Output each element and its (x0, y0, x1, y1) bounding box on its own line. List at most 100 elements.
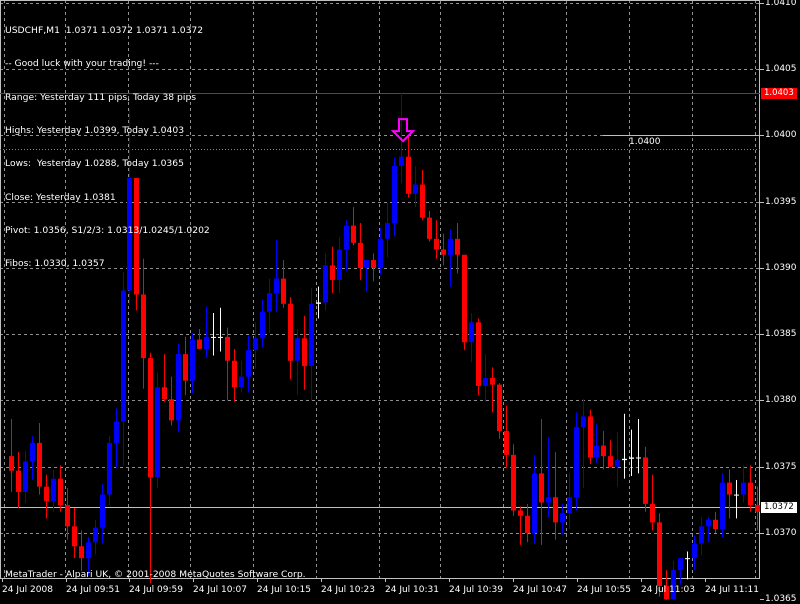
current-price-tag: 1.0372 (761, 502, 797, 513)
candle-body (344, 225, 349, 250)
candle-body (323, 265, 328, 303)
candle-body (232, 360, 237, 388)
candle-body (65, 505, 70, 527)
candle-body (246, 350, 251, 377)
candle-body (455, 238, 460, 255)
candle-body (490, 377, 495, 385)
candle-body (636, 457, 641, 459)
y-tick-label: 1.0395 (765, 196, 797, 207)
candle-body (16, 470, 21, 492)
candle-body (622, 458, 627, 461)
candle-body (420, 184, 425, 218)
copyright-text: MetaTrader - Alpari UK, © 2001-2008 Meta… (5, 569, 306, 580)
candle-body (58, 478, 63, 506)
candle-body (371, 260, 376, 268)
y-tick-label: 1.0405 (765, 63, 797, 74)
candle-body (267, 293, 272, 312)
candle-body (594, 445, 599, 458)
candle-body (274, 278, 279, 294)
candle-body (204, 336, 209, 349)
info-panel: USDCHF,M1 1.0371 1.0372 1.0371 1.0372 --… (5, 3, 210, 280)
x-tick-label: 24 Jul 11:03 (641, 585, 695, 595)
candle-body (399, 156, 404, 166)
candle-body (72, 526, 77, 547)
info-line: Lows: Yesterday 1.0288, Today 1.0365 (5, 158, 184, 170)
candle-body (462, 254, 467, 343)
candle-body (239, 376, 244, 388)
candle-body (741, 482, 746, 495)
candle-body (44, 486, 49, 502)
y-tick-label: 1.0385 (765, 328, 797, 339)
info-line: -- Good luck with your trading! --- (5, 58, 159, 70)
candle-body (295, 338, 300, 361)
candle-body (511, 454, 516, 511)
candle-body (650, 503, 655, 523)
y-tick-label: 1.0365 (765, 593, 797, 604)
candle-body (141, 294, 146, 359)
candle-body (678, 558, 683, 571)
x-tick-label: 24 Jul 2008 (2, 585, 53, 595)
candle-body (643, 457, 648, 504)
x-tick-label: 24 Jul 10:55 (577, 585, 631, 595)
candle-body (755, 505, 760, 512)
candle-body (100, 494, 105, 528)
y-tick-label: 1.0370 (765, 527, 797, 538)
candle-body (30, 442, 35, 462)
candle-body (748, 482, 753, 506)
candle-body (734, 494, 739, 496)
candle-body (476, 322, 481, 386)
candle-body (406, 156, 411, 194)
x-tick-label: 24 Jul 10:07 (193, 585, 247, 595)
candle-body (218, 336, 223, 338)
candle-body (190, 339, 195, 381)
candle-body (23, 461, 28, 492)
candle-body (629, 457, 634, 459)
candle-body (316, 302, 321, 304)
candle-body (518, 510, 523, 516)
y-tick-label: 1.0390 (765, 262, 797, 273)
x-tick-label: 24 Jul 10:31 (385, 585, 439, 595)
candle-body (392, 165, 397, 223)
x-tick-label: 24 Jul 10:23 (321, 585, 375, 595)
y-tick-label: 1.0375 (765, 461, 797, 472)
candle-body (169, 399, 174, 421)
candle-body (553, 497, 558, 523)
candle-body (615, 460, 620, 467)
candle-body (288, 303, 293, 361)
candle-body (546, 497, 551, 503)
candle-body (155, 387, 160, 478)
candle-body (581, 416, 586, 427)
candle-body (713, 519, 718, 530)
info-line: Fibos: 1.0330, 1.0357 (5, 258, 105, 270)
x-tick-label: 24 Jul 10:39 (449, 585, 503, 595)
candle-body (51, 478, 56, 502)
x-tick-label: 24 Jul 09:51 (66, 585, 120, 595)
candle-body (692, 543, 697, 559)
x-tick-label: 24 Jul 11:11 (705, 585, 759, 595)
candle-body (378, 238, 383, 268)
candle-body (483, 377, 488, 386)
candle-body (427, 217, 432, 239)
candle-body (93, 527, 98, 543)
candle-body (183, 354, 188, 381)
y-tick-label: 1.0380 (765, 394, 797, 405)
candle-body (364, 260, 369, 268)
candle-body (260, 311, 265, 339)
candle-body (197, 339, 202, 349)
candle-body (601, 445, 606, 457)
candle-body (588, 416, 593, 458)
info-line: Highs: Yesterday 1.0399, Today 1.0403 (5, 125, 185, 137)
candle-body (330, 265, 335, 280)
candle-body (253, 338, 258, 351)
candle-body (574, 427, 579, 498)
candle-body (79, 546, 84, 559)
candle-body (114, 421, 119, 443)
candle-body (539, 473, 544, 503)
candle-body (309, 303, 314, 367)
candle-body (121, 290, 126, 422)
candle-body (497, 384, 502, 431)
round-level-label: 1.0400 (629, 136, 661, 147)
x-tick-label: 24 Jul 10:15 (257, 585, 311, 595)
x-tick-label: 24 Jul 10:47 (513, 585, 567, 595)
candle-body (560, 513, 565, 523)
